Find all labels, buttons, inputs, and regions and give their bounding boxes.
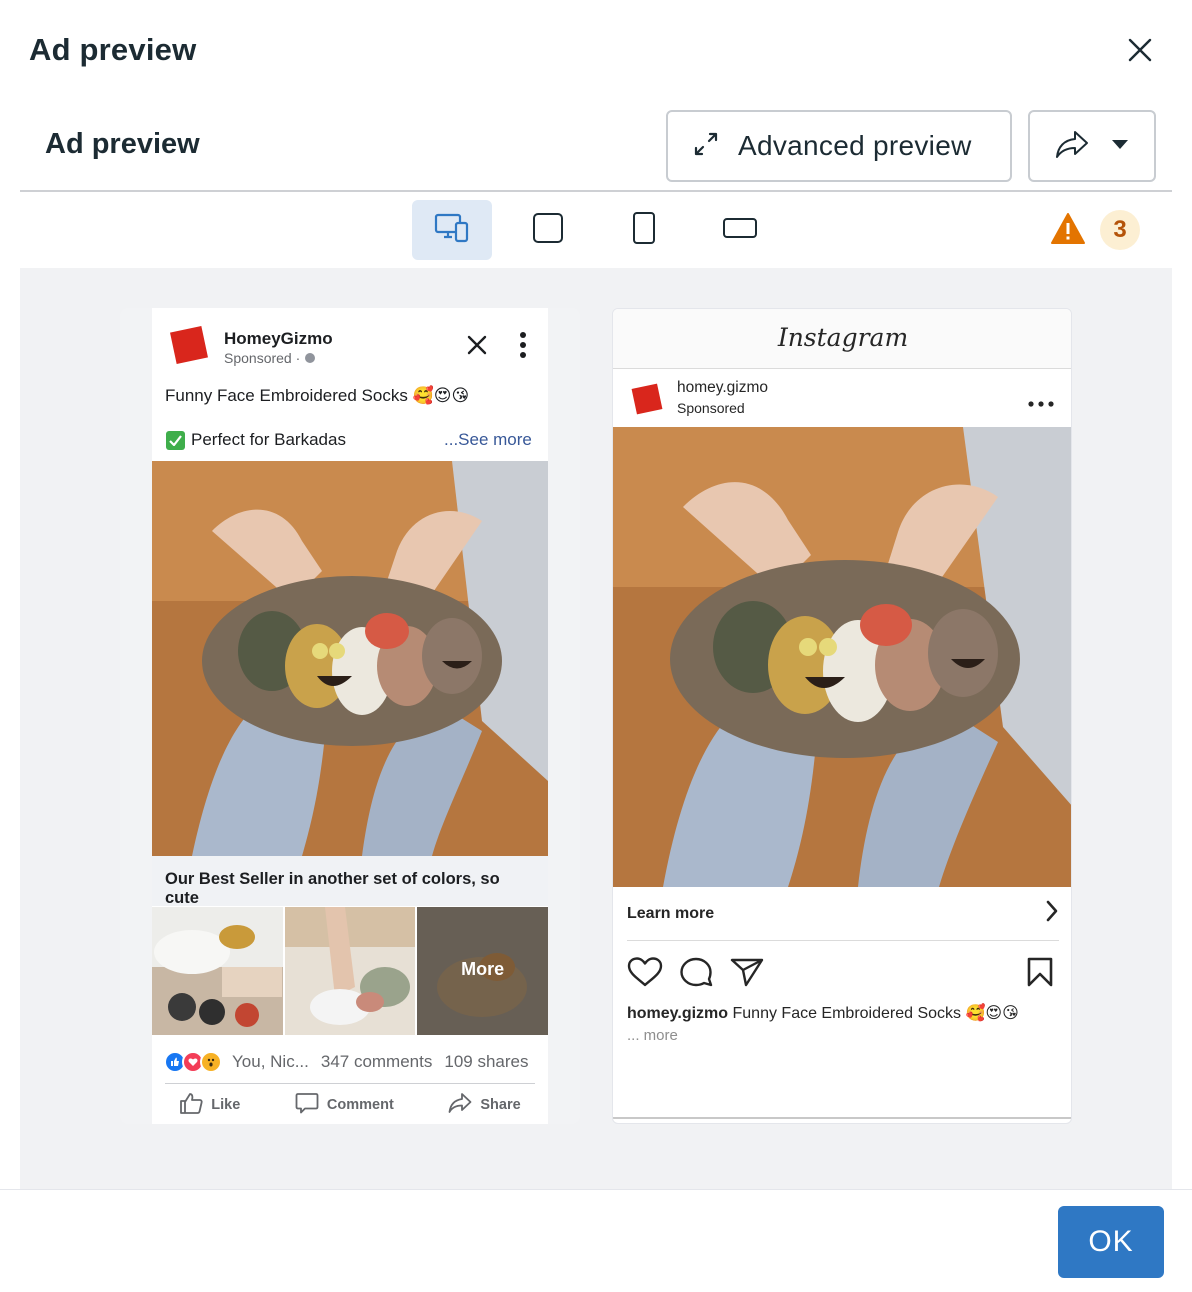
facebook-post: HomeyGizmo Sponsored · Funny Face Embroi… (152, 308, 549, 1124)
actions-divider (165, 1083, 535, 1084)
advanced-preview-button[interactable]: Advanced preview (666, 110, 1012, 182)
comment-label: Comment (326, 1097, 394, 1113)
ad-main-image[interactable] (152, 461, 548, 856)
placement-horizontal-button[interactable] (700, 200, 780, 260)
expand-arrows-icon (692, 130, 720, 163)
comment-icon[interactable] (679, 957, 713, 992)
footer-divider (0, 1189, 1192, 1190)
share-label: Share (480, 1097, 521, 1113)
comment-bubble-icon (295, 1092, 319, 1118)
caption-username[interactable]: homey.gizmo (627, 1005, 728, 1022)
caption-more-link[interactable]: ... more (627, 1027, 678, 1044)
instagram-username[interactable]: homey.gizmo (677, 379, 768, 397)
placement-square-button[interactable] (508, 200, 588, 260)
sponsored-label: Sponsored · (224, 350, 316, 367)
thumbnail-1[interactable] (152, 907, 283, 1035)
hide-ad-icon[interactable] (466, 334, 488, 356)
instagram-bottom-border (613, 1117, 1071, 1119)
ad-headline[interactable]: Our Best Seller in another set of colors… (152, 856, 548, 907)
instagram-header: Instagram (613, 309, 1071, 369)
square-icon (532, 212, 564, 249)
landscape-icon (723, 217, 757, 244)
chevron-right-icon (1045, 900, 1059, 927)
instagram-ad-image[interactable] (613, 427, 1071, 887)
primary-text-line2-label: Perfect for Barkadas (191, 430, 346, 449)
primary-text-line1: Funny Face Embroidered Socks 🥰😍😘 (165, 386, 470, 405)
like-button[interactable]: Like (179, 1092, 240, 1118)
instagram-preview-card: Instagram homey.gizmo Sponsored Learn mo… (612, 308, 1072, 1124)
share-dropdown-button[interactable] (1028, 110, 1156, 182)
warning-count-badge[interactable]: 3 (1100, 210, 1140, 250)
warning-triangle-icon[interactable] (1050, 212, 1086, 246)
learn-more-label: Learn more (627, 904, 715, 922)
primary-text-line2: Perfect for Barkadas (166, 430, 346, 450)
more-options-icon[interactable] (1027, 395, 1055, 407)
section-divider (20, 190, 1172, 192)
reactions-bar: You, Nic... 347 comments 109 shares (164, 1051, 536, 1073)
thumbnail-3-more[interactable]: More (417, 907, 549, 1035)
share-icon (448, 1092, 472, 1118)
heart-icon[interactable] (627, 957, 663, 992)
bookmark-icon[interactable] (1025, 957, 1055, 992)
section-title: Ad preview (45, 128, 200, 160)
comments-count[interactable]: 347 comments (321, 1052, 433, 1072)
instagram-action-icons (627, 957, 1059, 987)
ad-preview-dialog: Ad preview Ad preview Advanced preview 3… (0, 0, 1192, 1292)
post-actions: Like Comment Share (152, 1092, 548, 1118)
comment-button[interactable]: Comment (295, 1092, 394, 1118)
ok-button[interactable]: OK (1058, 1206, 1164, 1278)
globe-icon (304, 351, 316, 367)
thumbnail-2[interactable] (284, 907, 416, 1035)
page-name[interactable]: HomeyGizmo (224, 329, 333, 349)
wow-reaction-icon (200, 1051, 222, 1073)
devices-icon (434, 212, 470, 249)
profile-avatar[interactable] (631, 383, 663, 415)
reactions-names[interactable]: You, Nic... (232, 1052, 309, 1072)
carousel-thumbnails: More (152, 907, 549, 1035)
instagram-logo: Instagram (777, 323, 909, 352)
placement-vertical-button[interactable] (604, 200, 684, 260)
send-icon[interactable] (730, 957, 764, 992)
more-options-icon[interactable] (516, 331, 530, 359)
more-label: More (461, 959, 505, 979)
advanced-preview-label: Advanced preview (738, 130, 972, 161)
instagram-caption: homey.gizmo Funny Face Embroidered Socks… (627, 1003, 1059, 1047)
instagram-sponsored: Sponsored (677, 400, 745, 416)
facebook-preview-card: HomeyGizmo Sponsored · Funny Face Embroi… (120, 308, 580, 1124)
check-mark-icon (166, 430, 185, 450)
dialog-title: Ad preview (29, 32, 197, 67)
see-more-link[interactable]: ...See more (444, 430, 532, 450)
placement-multi-device-button[interactable] (412, 200, 492, 260)
sponsored-text: Sponsored · (224, 350, 301, 366)
caption-text: Funny Face Embroidered Socks 🥰😍😘 (732, 1005, 1019, 1022)
close-icon[interactable] (1122, 32, 1158, 68)
learn-more-cta[interactable]: Learn more (627, 887, 1059, 941)
caret-down-icon (1111, 137, 1129, 155)
thumbs-up-icon (179, 1092, 203, 1118)
share-button[interactable]: Share (448, 1092, 521, 1118)
shares-count[interactable]: 109 shares (444, 1052, 528, 1072)
like-label: Like (211, 1097, 241, 1113)
portrait-icon (632, 211, 656, 249)
share-arrow-icon (1055, 129, 1089, 164)
page-avatar (170, 326, 208, 364)
